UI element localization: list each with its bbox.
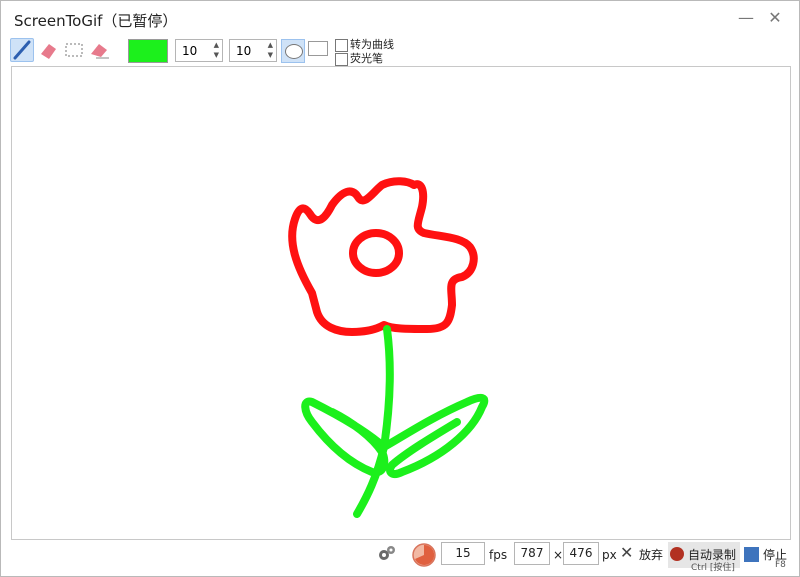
pen-height-value: 10 (236, 44, 252, 58)
selection-rect-icon (65, 43, 83, 57)
status-bar: 15 fps 787 × 476 px ✕ 放弃 自动录制 Ctrl [按住] … (1, 538, 799, 573)
ellipse-icon (285, 44, 303, 59)
height-input[interactable]: 476 (563, 542, 599, 565)
highlighter-checkbox-label: 荧光笔 (350, 52, 383, 65)
height-value: 476 (569, 546, 593, 560)
record-icon (670, 547, 684, 561)
window-title: ScreenToGif（已暂停） (14, 12, 178, 30)
stop-button[interactable]: 停止 F8 (742, 542, 792, 570)
px-unit-label: px (602, 548, 617, 562)
close-x-icon: ✕ (620, 543, 634, 562)
drawing-canvas[interactable] (11, 66, 791, 540)
discard-button[interactable]: ✕ 放弃 (620, 542, 666, 568)
highlighter-checkbox[interactable]: 荧光笔 (335, 50, 383, 66)
right-leaf-stroke (380, 393, 489, 478)
pen-icon (13, 40, 31, 60)
pen-height-stepper[interactable]: 10 ▲ ▼ (229, 39, 277, 62)
ellipse-tip-button[interactable] (281, 39, 305, 63)
record-shortcut: Ctrl [按住] (691, 563, 735, 573)
flower-drawing (288, 177, 489, 518)
pen-width-value: 10 (182, 44, 198, 58)
drawing-toolbar: 10 ▲ ▼ 10 ▲ ▼ 转为曲线 荧光笔 (1, 35, 799, 66)
color-picker-swatch[interactable] (128, 39, 168, 63)
gears-icon[interactable] (377, 544, 397, 564)
left-leaf-stroke (301, 397, 389, 477)
fps-input[interactable]: 15 (441, 542, 485, 565)
minimize-button[interactable]: — (737, 9, 755, 27)
pen-tool-button[interactable] (10, 38, 34, 62)
close-button[interactable]: ✕ (766, 9, 784, 27)
up-arrow-icon[interactable]: ▲ (268, 41, 273, 49)
record-button[interactable]: 自动录制 Ctrl [按住] (668, 542, 740, 573)
width-input[interactable]: 787 (514, 542, 550, 565)
times-label: × (553, 548, 564, 562)
rectangle-tip-button[interactable] (308, 41, 328, 56)
highlighter-eraser-button[interactable] (37, 38, 61, 62)
fps-unit-label: fps (489, 548, 508, 562)
timer-icon[interactable] (411, 542, 437, 568)
title-bar: ScreenToGif（已暂停） — ✕ (1, 1, 799, 35)
stop-shortcut: F8 (775, 560, 786, 570)
pen-width-stepper[interactable]: 10 ▲ ▼ (175, 39, 223, 62)
stop-icon (744, 547, 759, 562)
eraser-icon (91, 44, 109, 59)
width-value: 787 (520, 546, 544, 560)
flower-stem-stroke (353, 325, 394, 518)
app-window: ScreenToGif（已暂停） — ✕ 10 ▲ ▼ 10 ▲ ▼ 转为曲线 … (0, 0, 800, 577)
flower-center-stroke (349, 229, 403, 277)
flower-petals-stroke (288, 177, 478, 336)
down-arrow-icon[interactable]: ▼ (214, 51, 219, 59)
eraser-tool-button[interactable] (88, 38, 112, 62)
fps-value: 15 (455, 546, 471, 560)
discard-label: 放弃 (639, 548, 664, 562)
up-arrow-icon[interactable]: ▲ (214, 41, 219, 49)
eraser-pink-icon (41, 44, 56, 59)
select-region-button[interactable] (62, 38, 86, 62)
checkbox-box[interactable] (335, 52, 348, 66)
down-arrow-icon[interactable]: ▼ (268, 51, 273, 59)
